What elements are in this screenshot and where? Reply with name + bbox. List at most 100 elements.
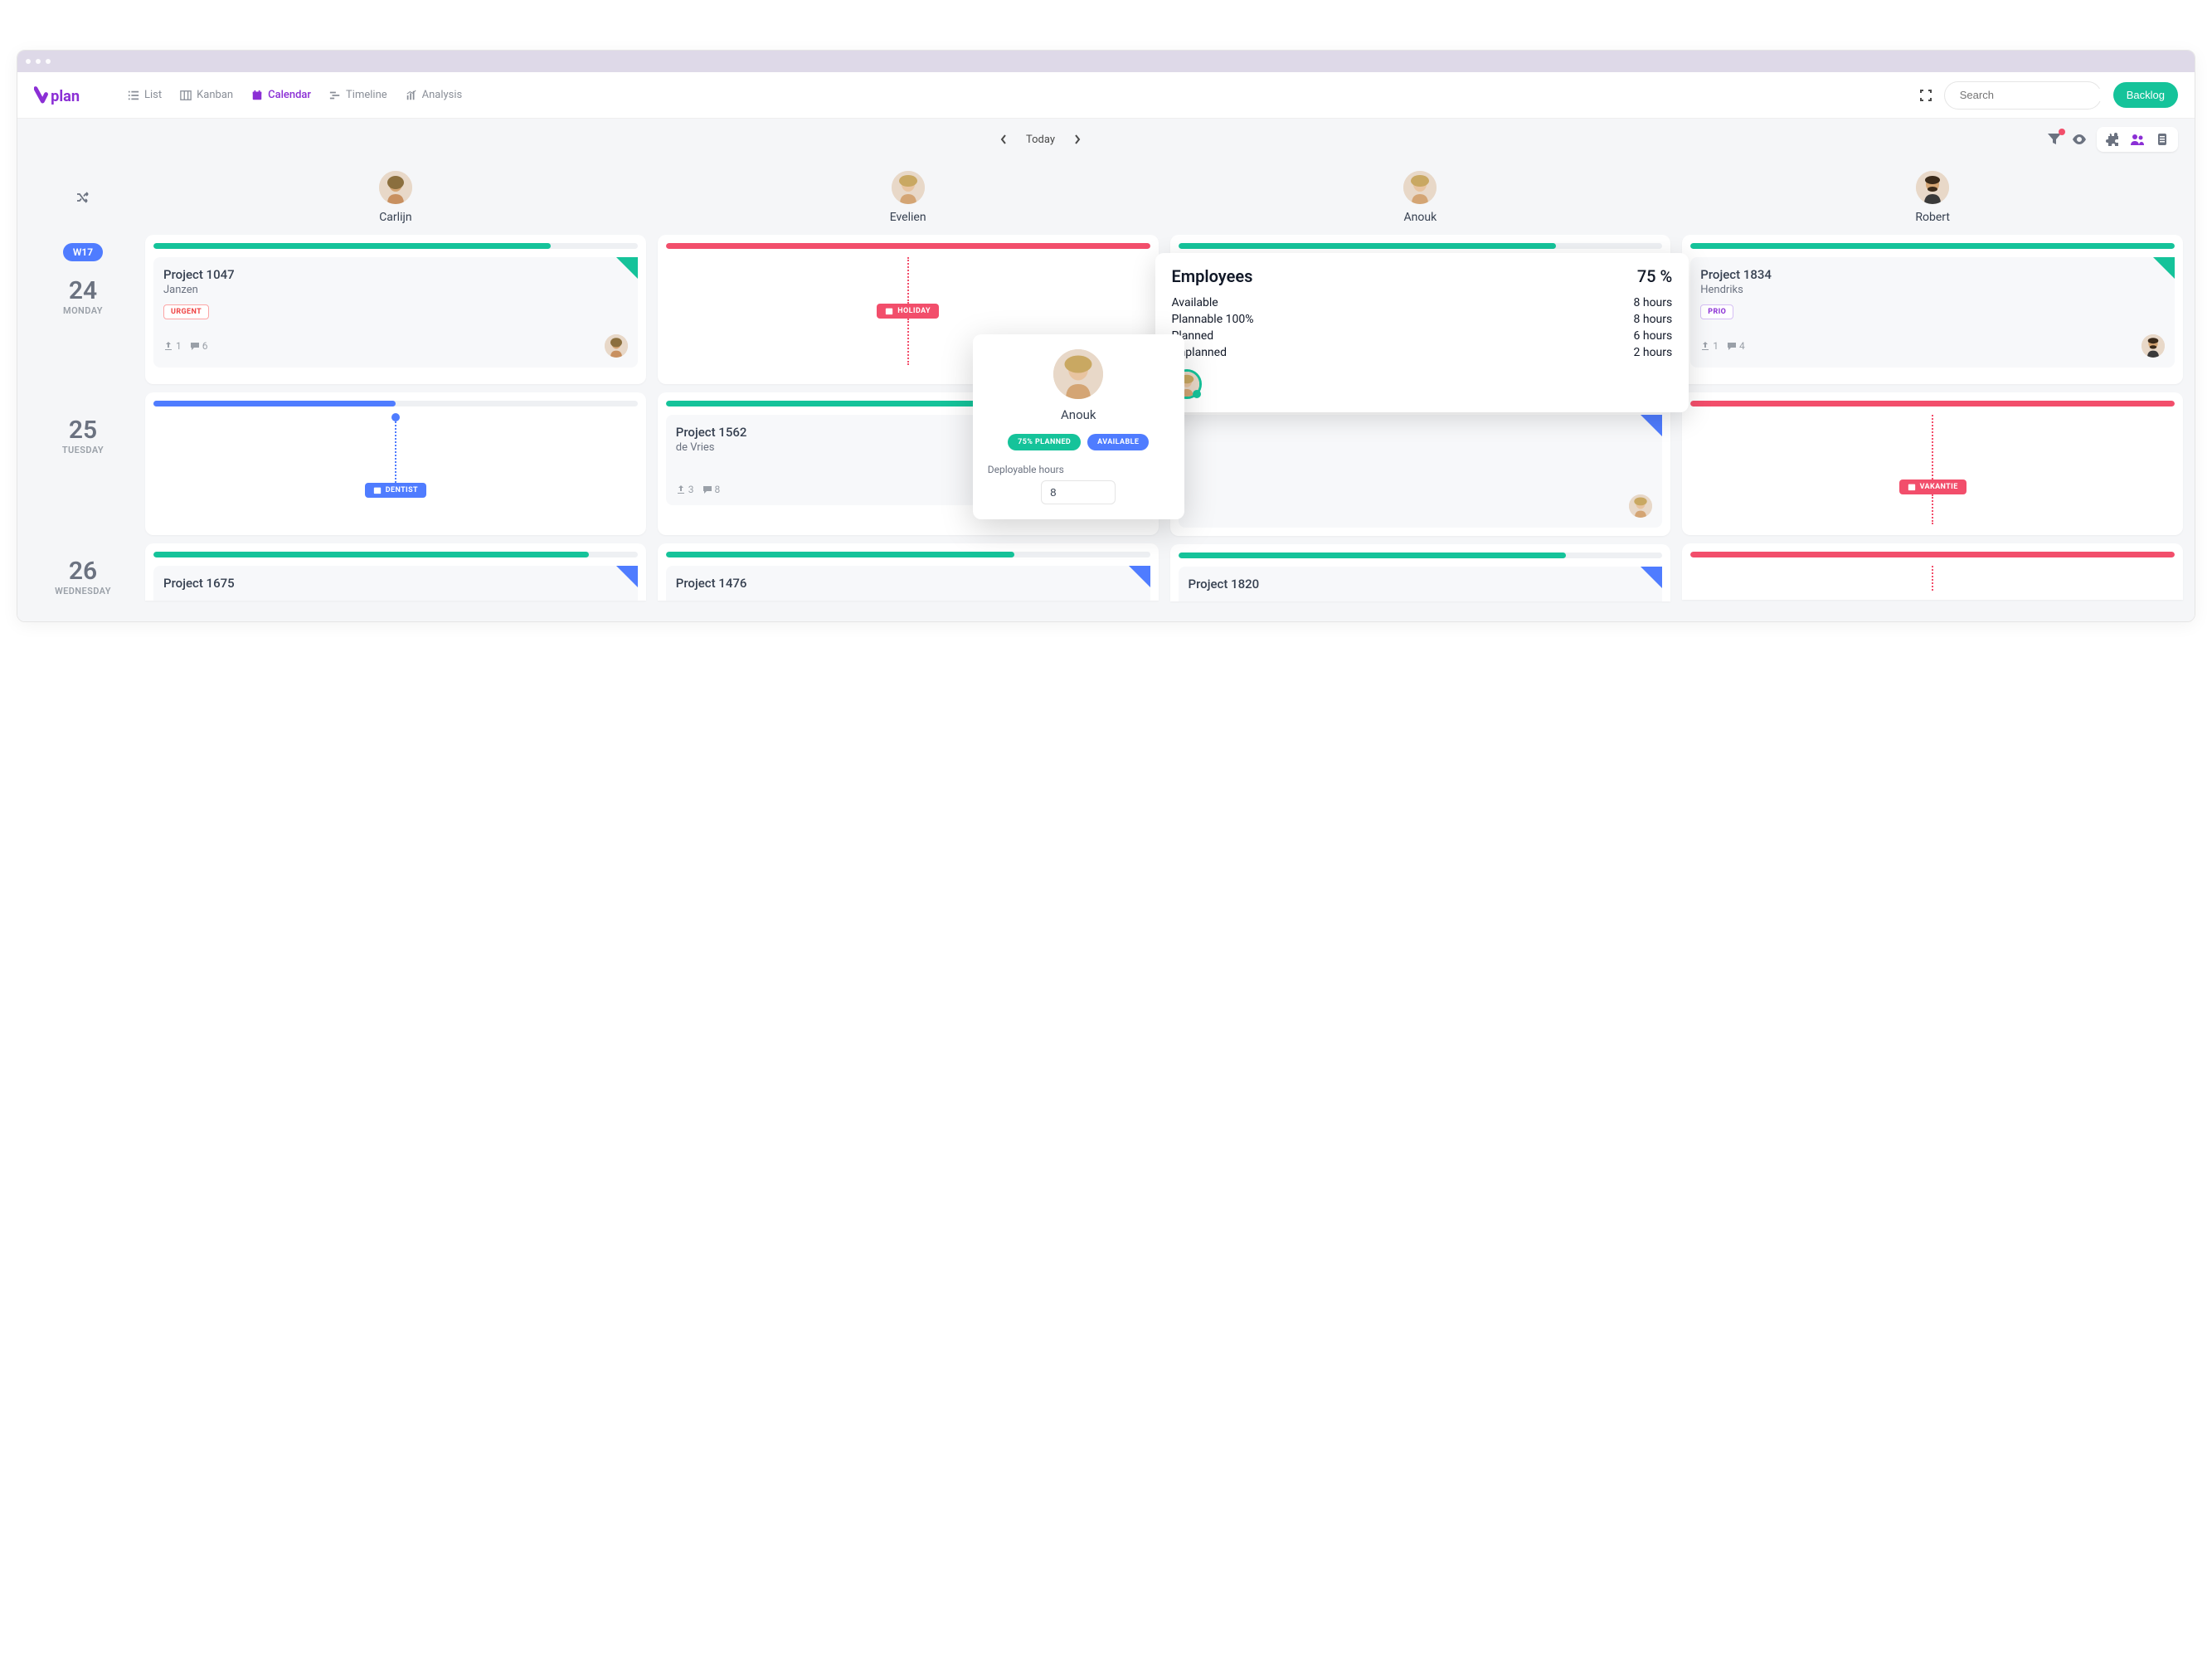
assignee-avatar[interactable] [2142,334,2165,358]
browser-titlebar [17,51,2195,72]
browser-frame: plan List Kanban Calendar Time [17,50,2195,622]
day-cell[interactable]: Project 1047 Janzen URGENT 1 6 [145,235,646,384]
card-corner [616,257,638,279]
topbar: plan List Kanban Calendar Time [17,72,2195,119]
card-title: Project 1047 [163,267,628,282]
shuffle-icon[interactable] [75,190,90,205]
progress-bar [1690,401,2175,406]
view-analysis[interactable]: Analysis [406,89,463,101]
archive-icon[interactable] [2155,132,2170,147]
progress-bar [153,401,638,406]
card-client: Janzen [163,284,628,296]
project-card-1820[interactable]: Project 1820 [1179,567,1663,601]
employees-title: Employees [1172,266,1253,286]
day-label-24: 24 MONDAY [29,276,137,316]
status-dot [1193,390,1201,398]
progress-bar [1690,552,2175,557]
employees-row: Available8 hours [1172,295,1673,311]
chevron-right-icon[interactable] [1073,134,1082,145]
calendar-icon [1908,483,1916,491]
person-popover: Anouk 75% PLANNED AVAILABLE Deployable h… [973,334,1184,519]
project-card-1834[interactable]: Project 1834 Hendriks PRIO 1 4 [1690,257,2175,368]
assignee-avatar[interactable] [605,334,628,358]
employees-row: Plannable 100%8 hours [1172,311,1673,328]
view-timeline[interactable]: Timeline [329,89,387,101]
list-icon [128,90,139,101]
search-input[interactable] [1960,89,2106,101]
chevron-left-icon[interactable] [999,134,1008,145]
view-list[interactable]: List [128,89,162,101]
column-name: Carlijn [379,211,411,224]
day-cell[interactable] [1170,392,1671,536]
columns: Carlijn Project 1047 Janzen URGENT [145,160,2183,610]
progress-bar [1179,553,1663,558]
deployable-input[interactable] [1041,480,1116,504]
pill-vakantie[interactable]: VAKANTIE [1899,480,1966,494]
search-box[interactable] [1944,81,2102,110]
app: plan List Kanban Calendar Time [17,72,2195,621]
employees-row: Unplanned2 hours [1172,344,1673,361]
deployable-label: Deployable hours [988,464,1169,475]
view-kanban[interactable]: Kanban [180,89,233,101]
project-card-1476[interactable]: Project 1476 [666,566,1150,601]
day-cell[interactable]: Employees 75 % Available8 hours Plannabl… [1170,235,1671,384]
date-navigation: Today [999,134,1082,146]
day-cell[interactable]: Project 1820 [1170,544,1671,601]
avatar-carlijn[interactable] [379,171,412,204]
timeline-icon [329,90,341,101]
svg-text:plan: plan [51,88,80,105]
toolbar-icons [2047,127,2178,152]
toolbar-group [2097,127,2178,152]
view-label: Timeline [346,89,387,101]
puzzle-icon[interactable] [2105,132,2120,147]
window-dot [46,59,51,64]
avatar-robert[interactable] [1916,171,1949,204]
day-cell[interactable]: Project 1834 Hendriks PRIO 1 4 [1682,235,2183,384]
project-card[interactable] [1179,415,1663,528]
pill-holiday[interactable]: HOLIDAY [877,304,939,319]
avatar-anouk[interactable] [1403,171,1437,204]
eye-icon[interactable] [2072,132,2087,147]
filter-icon[interactable] [2047,132,2062,147]
avatar-evelien[interactable] [892,171,925,204]
week-badge: W17 [63,243,103,261]
progress-bar [1179,243,1663,249]
employees-row: Planned6 hours [1172,328,1673,344]
day-cell[interactable]: DENTIST [145,392,646,535]
calendar-board: W17 24 MONDAY 25 TUESDAY 26 WEDNESDAY [17,160,2195,621]
timeline-line [1932,566,1933,591]
card-corner [1641,567,1662,588]
card-title: Project 1675 [163,576,628,591]
column-name: Robert [1915,211,1950,224]
backlog-button[interactable]: Backlog [2113,82,2178,108]
day-cell[interactable]: Project 1476 [658,543,1159,601]
column-robert: Robert Project 1834 Hendriks PRIO [1682,160,2183,610]
day-cell[interactable] [1682,543,2183,600]
progress-bar [1690,243,2175,249]
calendar-icon [251,90,263,101]
card-corner [2153,257,2175,279]
card-meta: 1 6 [163,340,208,352]
comment-icon [702,484,712,494]
pill-planned: 75% PLANNED [1008,434,1081,450]
brand-logo[interactable]: plan [34,84,105,107]
people-icon[interactable] [2130,132,2145,147]
card-tag-prio: PRIO [1700,304,1733,319]
filter-badge [2059,129,2065,135]
project-card-1675[interactable]: Project 1675 [153,566,638,601]
card-title: Project 1834 [1700,267,2165,282]
calendar-icon [373,486,382,494]
pill-dentist[interactable]: DENTIST [365,483,426,498]
day-cell[interactable]: Project 1675 [145,543,646,601]
day-cell[interactable]: VAKANTIE [1682,392,2183,535]
column-header: Anouk [1170,160,1671,235]
view-calendar[interactable]: Calendar [251,89,311,101]
assignee-avatar[interactable] [1629,494,1652,518]
project-card-1047[interactable]: Project 1047 Janzen URGENT 1 6 [153,257,638,368]
today-label[interactable]: Today [1026,134,1055,146]
fullscreen-icon[interactable] [1919,89,1932,102]
timeline-line [1932,494,1933,524]
window-dot [36,59,41,64]
upload-icon [1700,341,1710,351]
column-name: Evelien [890,211,926,224]
